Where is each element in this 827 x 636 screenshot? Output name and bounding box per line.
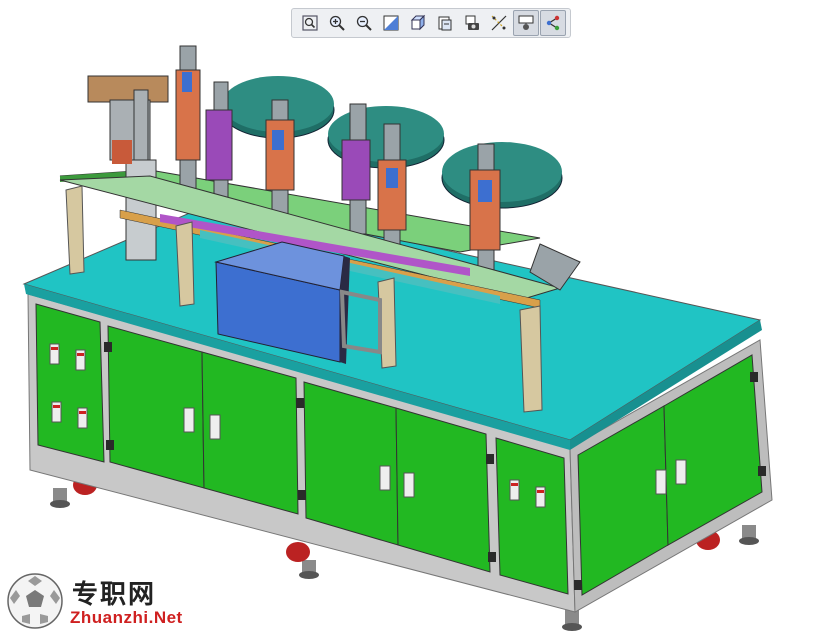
cube-view-button[interactable] xyxy=(405,10,431,36)
loading-unit xyxy=(87,75,169,261)
panel-door-1 xyxy=(107,325,205,489)
zoom-out-button[interactable] xyxy=(351,10,377,36)
watermark-text-cn: 专职网 xyxy=(72,580,157,610)
section-view-icon xyxy=(438,16,451,31)
zoom-fit-icon xyxy=(301,15,318,31)
tree-button[interactable] xyxy=(539,10,566,36)
zoom-in-icon xyxy=(329,15,345,31)
panel-door-3 xyxy=(303,381,399,546)
view-toolbar xyxy=(291,8,571,38)
shaded-view-button[interactable] xyxy=(378,10,404,36)
zoom-out-icon xyxy=(356,15,372,31)
section-view-button[interactable] xyxy=(432,10,458,36)
cube-view-icon xyxy=(410,14,425,31)
watermark-logo: 专职网 Zhuanzhi.Net xyxy=(4,570,194,632)
explode-button[interactable] xyxy=(486,10,512,36)
explode-icon xyxy=(491,15,506,31)
machine-assembly xyxy=(22,45,773,631)
panel-side-2 xyxy=(663,354,763,546)
cad-3d-viewport[interactable] xyxy=(0,0,827,636)
shaded-view-icon xyxy=(383,15,398,31)
capture-button[interactable] xyxy=(459,10,485,36)
display-style-icon xyxy=(518,15,533,30)
panel-right-small xyxy=(495,437,569,595)
display-style-button[interactable] xyxy=(512,10,539,36)
soccer-ball-icon xyxy=(7,573,63,629)
tree-icon xyxy=(546,15,559,31)
watermark-text-en: Zhuanzhi.Net xyxy=(70,608,183,627)
zoom-in-button[interactable] xyxy=(324,10,350,36)
zoom-fit-button[interactable] xyxy=(297,10,323,36)
panel-left-small xyxy=(35,303,105,463)
camera-icon xyxy=(465,15,479,30)
